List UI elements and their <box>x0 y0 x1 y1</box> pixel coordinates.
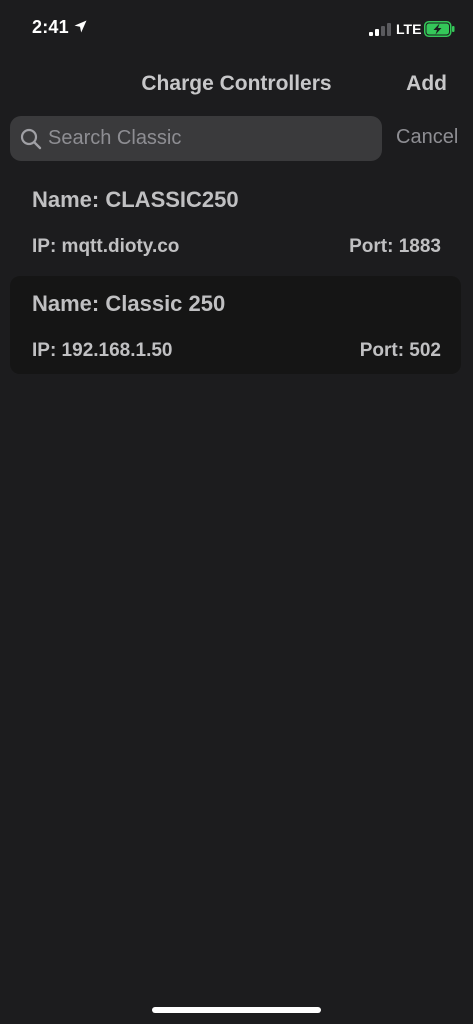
cancel-button[interactable]: Cancel <box>396 126 458 149</box>
network-type: LTE <box>396 21 422 37</box>
controller-row[interactable]: Name: Classic 250 IP: 192.168.1.50 Port:… <box>10 276 461 374</box>
battery-charging-icon <box>424 21 455 37</box>
add-button[interactable]: Add <box>406 72 447 96</box>
page-title: Charge Controllers <box>141 72 332 95</box>
cellular-signal-icon <box>369 23 391 36</box>
controller-ip: IP: mqtt.dioty.co <box>32 236 180 257</box>
status-bar: 2:41 LTE <box>0 0 473 58</box>
controller-row[interactable]: Name: CLASSIC250 IP: mqtt.dioty.co Port:… <box>10 172 461 270</box>
controller-port: Port: 502 <box>359 340 441 361</box>
location-arrow-icon <box>74 20 87 33</box>
controller-list: Name: CLASSIC250 IP: mqtt.dioty.co Port:… <box>10 172 461 380</box>
controller-port: Port: 1883 <box>349 236 441 257</box>
controller-ip: IP: 192.168.1.50 <box>32 340 173 361</box>
status-time: 2:41 <box>32 17 69 37</box>
home-indicator[interactable] <box>152 1007 321 1013</box>
controller-name: Name: CLASSIC250 <box>32 187 239 212</box>
search-field[interactable] <box>10 116 382 161</box>
search-input[interactable] <box>48 127 348 150</box>
search-icon <box>20 128 42 149</box>
controller-name: Name: Classic 250 <box>32 291 226 316</box>
